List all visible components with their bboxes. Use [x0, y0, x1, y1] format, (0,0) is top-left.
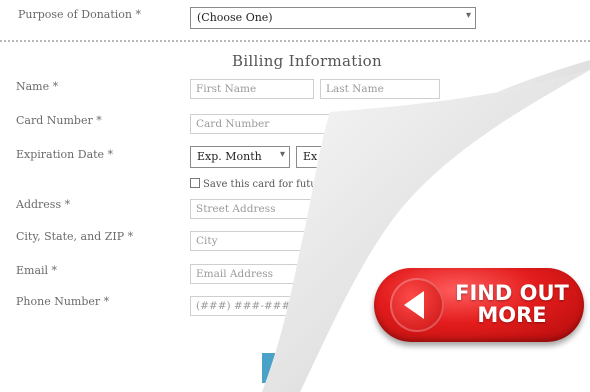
expiration-label: Expiration Date * — [16, 148, 114, 161]
left-arrow-icon — [404, 291, 424, 319]
cta-line-2: MORE — [477, 303, 547, 327]
arrow-circle-icon — [390, 278, 444, 332]
exp-year-select[interactable]: Ex — [296, 146, 376, 168]
phone-label: Phone Number * — [16, 295, 110, 308]
card-number-field[interactable]: Card Number — [190, 114, 440, 134]
city-label: City, State, and ZIP * — [16, 230, 134, 243]
street-address-field[interactable]: Street Address — [190, 199, 440, 219]
billing-title: Billing Information — [232, 52, 382, 70]
exp-year-value: Ex — [303, 150, 318, 163]
chevron-down-icon: ▾ — [279, 149, 285, 160]
checkbox-icon — [190, 178, 200, 188]
save-card-label: Save this card for future — [203, 179, 328, 190]
exp-month-select[interactable]: Exp. Month ▾ — [190, 146, 290, 168]
chevron-down-icon: ▾ — [465, 10, 471, 21]
cta-text: FIND OUT MORE — [448, 282, 576, 326]
cta-line-1: FIND OUT — [455, 281, 569, 305]
section-divider — [0, 40, 590, 42]
address-label: Address * — [16, 198, 71, 211]
first-name-field[interactable]: First Name — [190, 79, 314, 99]
card-number-label: Card Number * — [16, 114, 102, 127]
purpose-label: Purpose of Donation * — [18, 8, 141, 21]
name-label: Name * — [16, 80, 59, 93]
save-card-checkbox[interactable]: Save this card for future — [190, 178, 327, 190]
purpose-select[interactable]: (Choose One) ▾ — [190, 7, 476, 29]
purpose-select-value: (Choose One) — [197, 11, 273, 24]
email-label: Email * — [16, 264, 58, 277]
submit-button[interactable] — [262, 353, 292, 383]
exp-month-value: Exp. Month — [197, 150, 262, 163]
find-out-more-button[interactable]: FIND OUT MORE — [374, 268, 584, 342]
city-field[interactable]: City — [190, 231, 440, 251]
last-name-field[interactable]: Last Name — [320, 79, 440, 99]
